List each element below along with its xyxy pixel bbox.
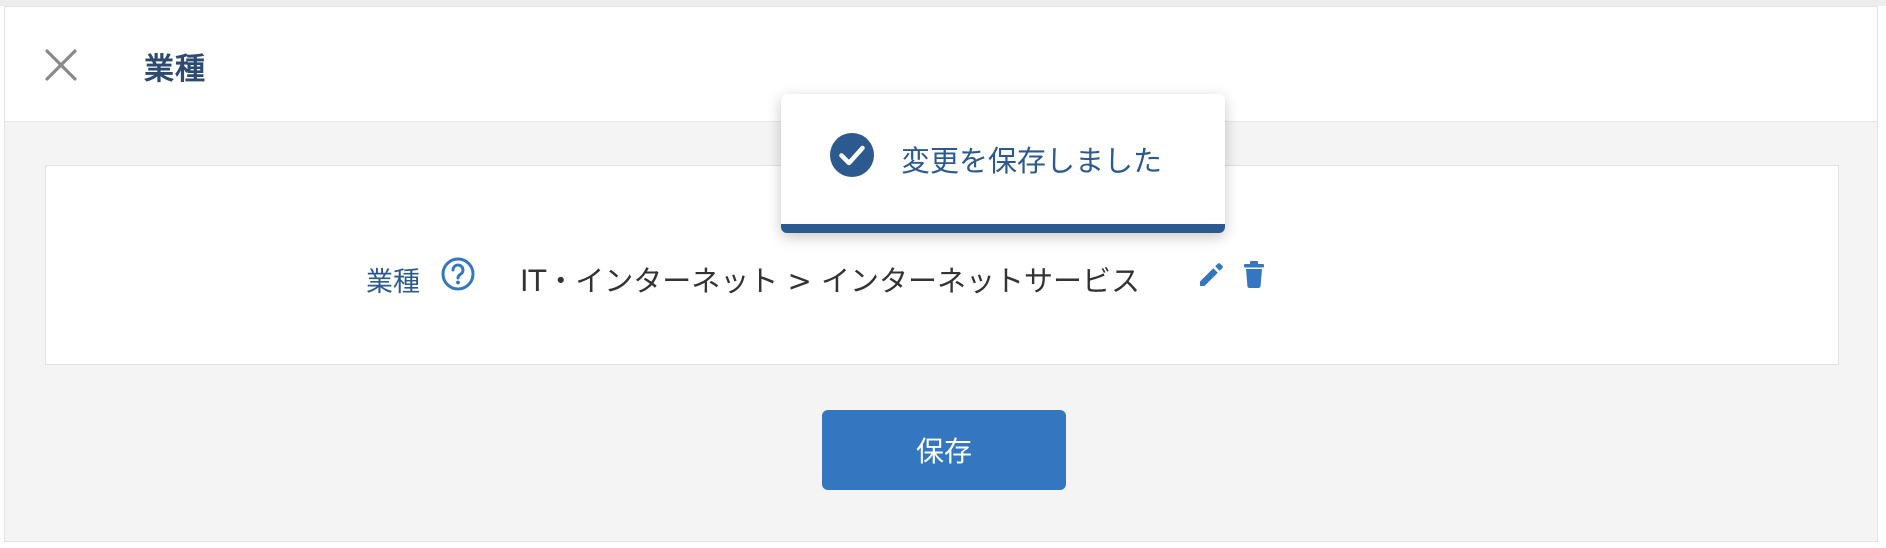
trash-icon bbox=[1244, 261, 1264, 288]
help-button[interactable] bbox=[440, 256, 476, 292]
close-icon bbox=[45, 49, 77, 81]
toast-message: 変更を保存しました bbox=[901, 144, 1163, 178]
toast-progress-bar bbox=[781, 224, 1225, 233]
question-circle-icon bbox=[441, 257, 475, 291]
industry-label: 業種 bbox=[366, 267, 420, 298]
pencil-icon bbox=[1200, 263, 1223, 286]
dialog-frame: 業種 業種 IT・インターネット > インターネットサービス 保存 変更を保存し… bbox=[4, 6, 1878, 542]
page-title: 業種 bbox=[144, 52, 206, 87]
toast-notification: 変更を保存しました bbox=[781, 94, 1225, 233]
check-circle-icon bbox=[830, 133, 874, 177]
edit-button[interactable] bbox=[1196, 260, 1226, 290]
close-button[interactable] bbox=[41, 45, 81, 85]
industry-value: IT・インターネット > インターネットサービス bbox=[520, 264, 1141, 298]
delete-button[interactable] bbox=[1239, 258, 1269, 290]
save-button[interactable]: 保存 bbox=[822, 410, 1066, 490]
